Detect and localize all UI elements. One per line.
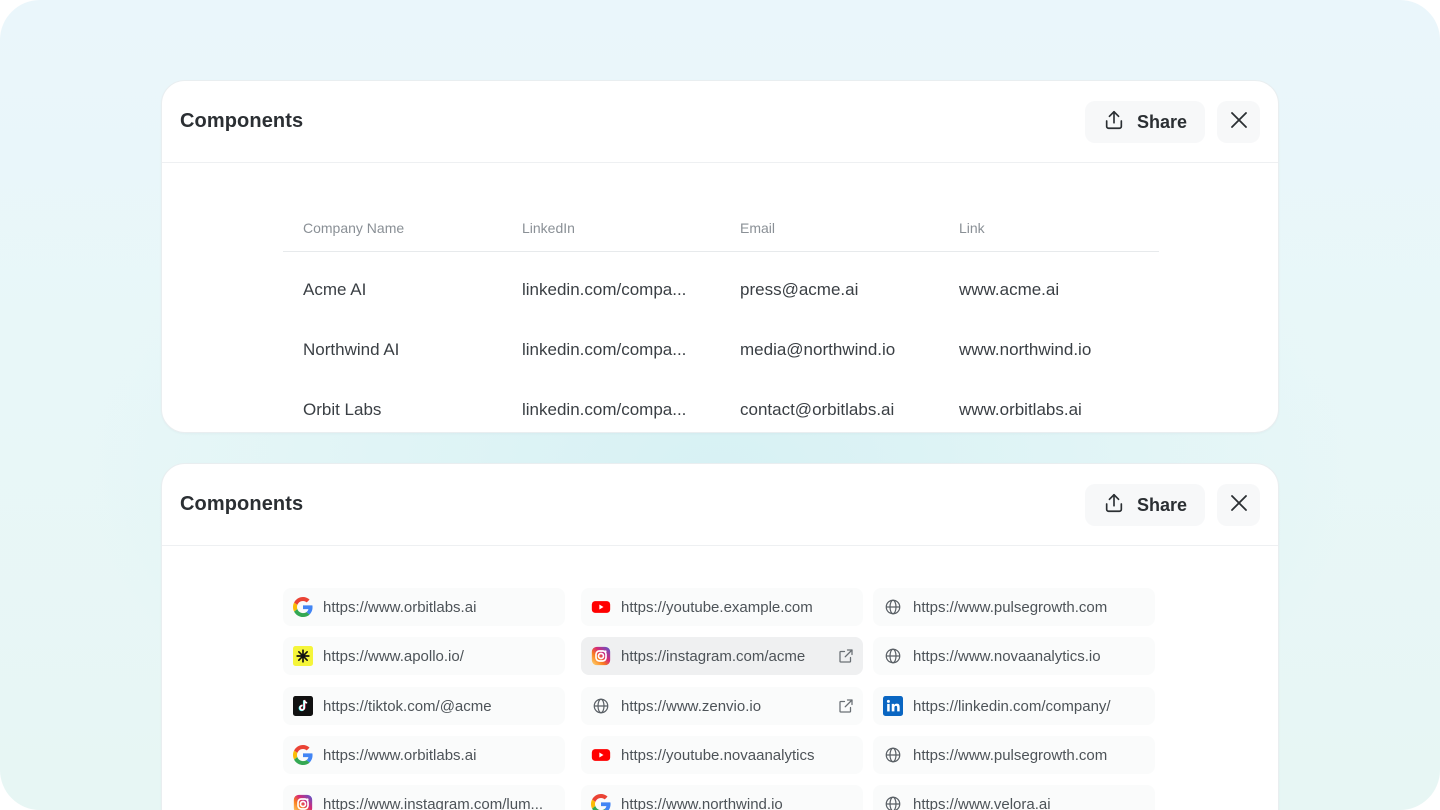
instagram-icon [591,646,611,666]
link-url: https://www.velora.ai [913,795,1051,810]
link-chip[interactable]: https://www.orbitlabs.ai [283,588,565,626]
share-button-label: Share [1137,494,1188,515]
tiktok-icon [293,696,313,716]
companies-table: Company Name LinkedIn Email Link Acme AI… [283,208,1159,432]
link-chip[interactable]: https://www.apollo.io/ [283,637,565,675]
link-chip[interactable]: https://www.zenvio.io [581,687,863,725]
link-chip[interactable]: https://www.orbitlabs.ai [283,736,565,774]
share-icon [1103,492,1125,519]
linkedin-cell[interactable]: linkedin.com/compa... [522,340,686,360]
link-url: https://www.novaanalytics.io [913,647,1101,665]
link-chip[interactable]: https://linkedin.com/company/ [873,687,1155,725]
apollo-icon [293,646,313,666]
table-header: Company Name LinkedIn Email Link [283,208,1159,252]
linkedin-icon [883,696,903,716]
email-cell[interactable]: media@northwind.io [740,340,895,360]
link-chip[interactable]: https://tiktok.com/@acme [283,687,565,725]
youtube-icon [591,597,611,617]
table-row[interactable]: Acme AI linkedin.com/compa... press@acme… [283,259,1159,319]
panel-header: Components Share [162,81,1278,163]
google-icon [293,745,313,765]
email-cell[interactable]: contact@orbitlabs.ai [740,400,894,420]
panel-title: Components [180,493,304,515]
company-name-cell: Northwind AI [303,340,400,359]
link-chip[interactable]: https://www.velora.ai [873,785,1155,810]
share-button[interactable]: Share [1085,484,1205,526]
share-button-label: Share [1137,111,1188,132]
column-header: Email [740,220,776,236]
link-cell[interactable]: www.acme.ai [959,280,1059,300]
link-chip[interactable]: https://www.northwind.io [581,785,863,810]
components-panel-links: Components Share https://www.orbitlabs.a… [161,463,1279,810]
close-icon [1229,110,1249,135]
components-panel-table: Components Share Company Name LinkedIn E… [161,80,1279,433]
linkedin-cell[interactable]: linkedin.com/compa... [522,280,686,300]
column-header: Company Name [303,220,405,236]
globe-icon [883,597,903,617]
link-chip[interactable]: https://www.pulsegrowth.com [873,588,1155,626]
external-link-icon[interactable] [837,697,855,715]
google-icon [293,597,313,617]
panel-title: Components [180,110,304,132]
close-button[interactable] [1217,484,1260,526]
link-chip[interactable]: https://youtube.example.com [581,588,863,626]
link-chip[interactable]: https://youtube.novaanalytics [581,736,863,774]
link-url: https://youtube.novaanalytics [621,746,815,764]
globe-icon [883,794,903,810]
close-icon [1229,493,1249,518]
column-header: LinkedIn [522,220,575,236]
link-chip[interactable]: https://www.pulsegrowth.com [873,736,1155,774]
youtube-icon [591,745,611,765]
share-icon [1103,109,1125,136]
table-row[interactable]: Orbit Labs linkedin.com/compa... contact… [283,379,1159,432]
link-url: https://www.northwind.io [621,795,783,810]
link-url: https://www.zenvio.io [621,697,762,715]
company-name-cell: Orbit Labs [303,400,382,419]
link-chip[interactable]: https://www.instagram.com/lum... [283,785,565,810]
column-header: Link [959,220,985,236]
link-url: https://linkedin.com/company/ [913,697,1111,715]
link-url: https://www.pulsegrowth.com [913,746,1108,764]
share-button[interactable]: Share [1085,101,1205,143]
link-url: https://www.orbitlabs.ai [323,746,477,764]
link-cell[interactable]: www.northwind.io [959,340,1091,360]
link-url: https://www.instagram.com/lum... [323,795,544,810]
instagram-icon [293,794,313,810]
google-icon [591,794,611,810]
close-button[interactable] [1217,101,1260,143]
link-url: https://www.pulsegrowth.com [913,598,1108,616]
link-chip[interactable]: https://www.novaanalytics.io [873,637,1155,675]
external-link-icon[interactable] [837,647,855,665]
globe-icon [591,696,611,716]
email-cell[interactable]: press@acme.ai [740,280,858,300]
link-url: https://tiktok.com/@acme [323,697,492,715]
link-url: https://www.apollo.io/ [323,647,464,665]
panel-header: Components Share [162,464,1278,546]
link-url: https://www.orbitlabs.ai [323,598,477,616]
globe-icon [883,745,903,765]
globe-icon [883,646,903,666]
background: Components Share Company Name LinkedIn E… [0,0,1440,810]
link-url: https://instagram.com/acme [621,647,806,665]
linkedin-cell[interactable]: linkedin.com/compa... [522,400,686,420]
link-url: https://youtube.example.com [621,598,813,616]
table-row[interactable]: Northwind AI linkedin.com/compa... media… [283,319,1159,379]
link-chip[interactable]: https://instagram.com/acme [581,637,863,675]
link-cell[interactable]: www.orbitlabs.ai [959,400,1082,420]
company-name-cell: Acme AI [303,280,367,299]
